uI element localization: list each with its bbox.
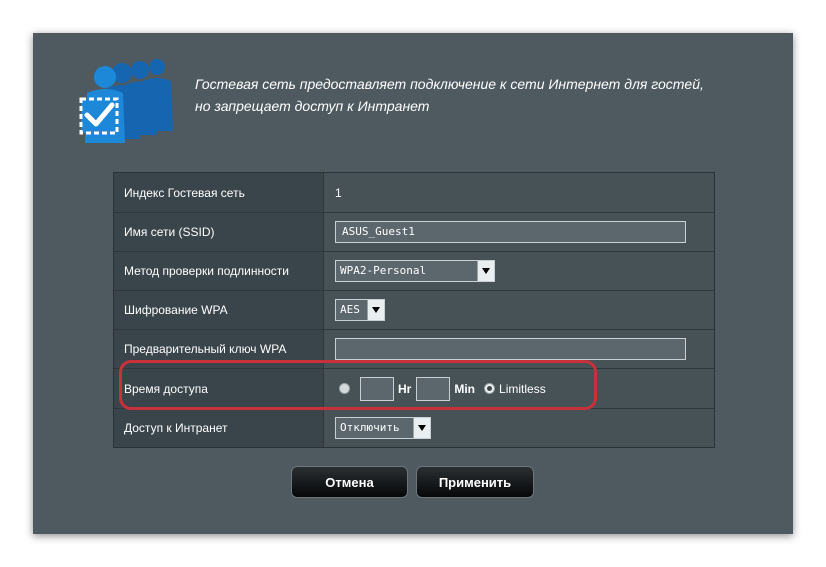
min-label: Min	[454, 381, 476, 396]
encryption-select[interactable]: AES	[335, 299, 385, 321]
intranet-label: Доступ к Интранет	[114, 409, 324, 447]
row-intranet: Доступ к Интранет Отключить	[114, 409, 714, 447]
auth-label: Метод проверки подлинности	[114, 252, 324, 290]
intro-line-1: Гостевая сеть предоставляет подключение …	[195, 76, 704, 92]
psk-label: Предварительный ключ WPA	[114, 330, 324, 368]
row-ssid: Имя сети (SSID) ASUS_Guest1	[114, 213, 714, 252]
limited-time-radio[interactable]	[339, 383, 350, 394]
row-auth: Метод проверки подлинности WPA2-Personal	[114, 252, 714, 291]
chevron-down-icon[interactable]	[477, 261, 494, 281]
access-time-label: Время доступа	[114, 369, 324, 408]
hr-label: Hr	[398, 381, 412, 396]
chevron-down-icon[interactable]	[413, 418, 430, 438]
row-access-time: Время доступа Hr Min Limitless	[114, 369, 714, 409]
auth-method-value: WPA2-Personal	[340, 264, 427, 277]
minutes-input[interactable]	[416, 376, 451, 401]
row-psk: Предварительный ключ WPA	[114, 330, 714, 369]
hours-input[interactable]	[360, 376, 394, 401]
ssid-input[interactable]: ASUS_Guest1	[335, 221, 686, 243]
limitless-label: Limitless	[499, 381, 546, 396]
guest-network-panel: Гостевая сеть предоставляет подключение …	[33, 33, 793, 534]
index-label: Индекс Гостевая сеть	[114, 173, 324, 212]
chevron-down-icon[interactable]	[367, 300, 384, 320]
intro-line-2: но запрещает доступ к Интранет	[195, 98, 430, 114]
ssid-label: Имя сети (SSID)	[114, 213, 324, 251]
intranet-access-select[interactable]: Отключить	[335, 417, 431, 439]
limitless-radio[interactable]	[484, 383, 496, 394]
psk-input[interactable]	[335, 338, 686, 360]
encryption-label: Шифрование WPA	[114, 291, 324, 329]
guest-settings-table: Индекс Гостевая сеть 1 Имя сети (SSID) A…	[113, 172, 715, 448]
intro-text: Гостевая сеть предоставляет подключение …	[195, 73, 755, 117]
encryption-value: AES	[340, 303, 360, 316]
guest-users-icon	[79, 59, 173, 143]
apply-button[interactable]: Применить	[416, 466, 534, 498]
intranet-access-value: Отключить	[340, 421, 400, 434]
row-encryption: Шифрование WPA AES	[114, 291, 714, 330]
row-index: Индекс Гостевая сеть 1	[114, 173, 714, 213]
index-value: 1	[335, 185, 342, 200]
cancel-button[interactable]: Отмена	[291, 466, 408, 498]
auth-method-select[interactable]: WPA2-Personal	[335, 260, 495, 282]
